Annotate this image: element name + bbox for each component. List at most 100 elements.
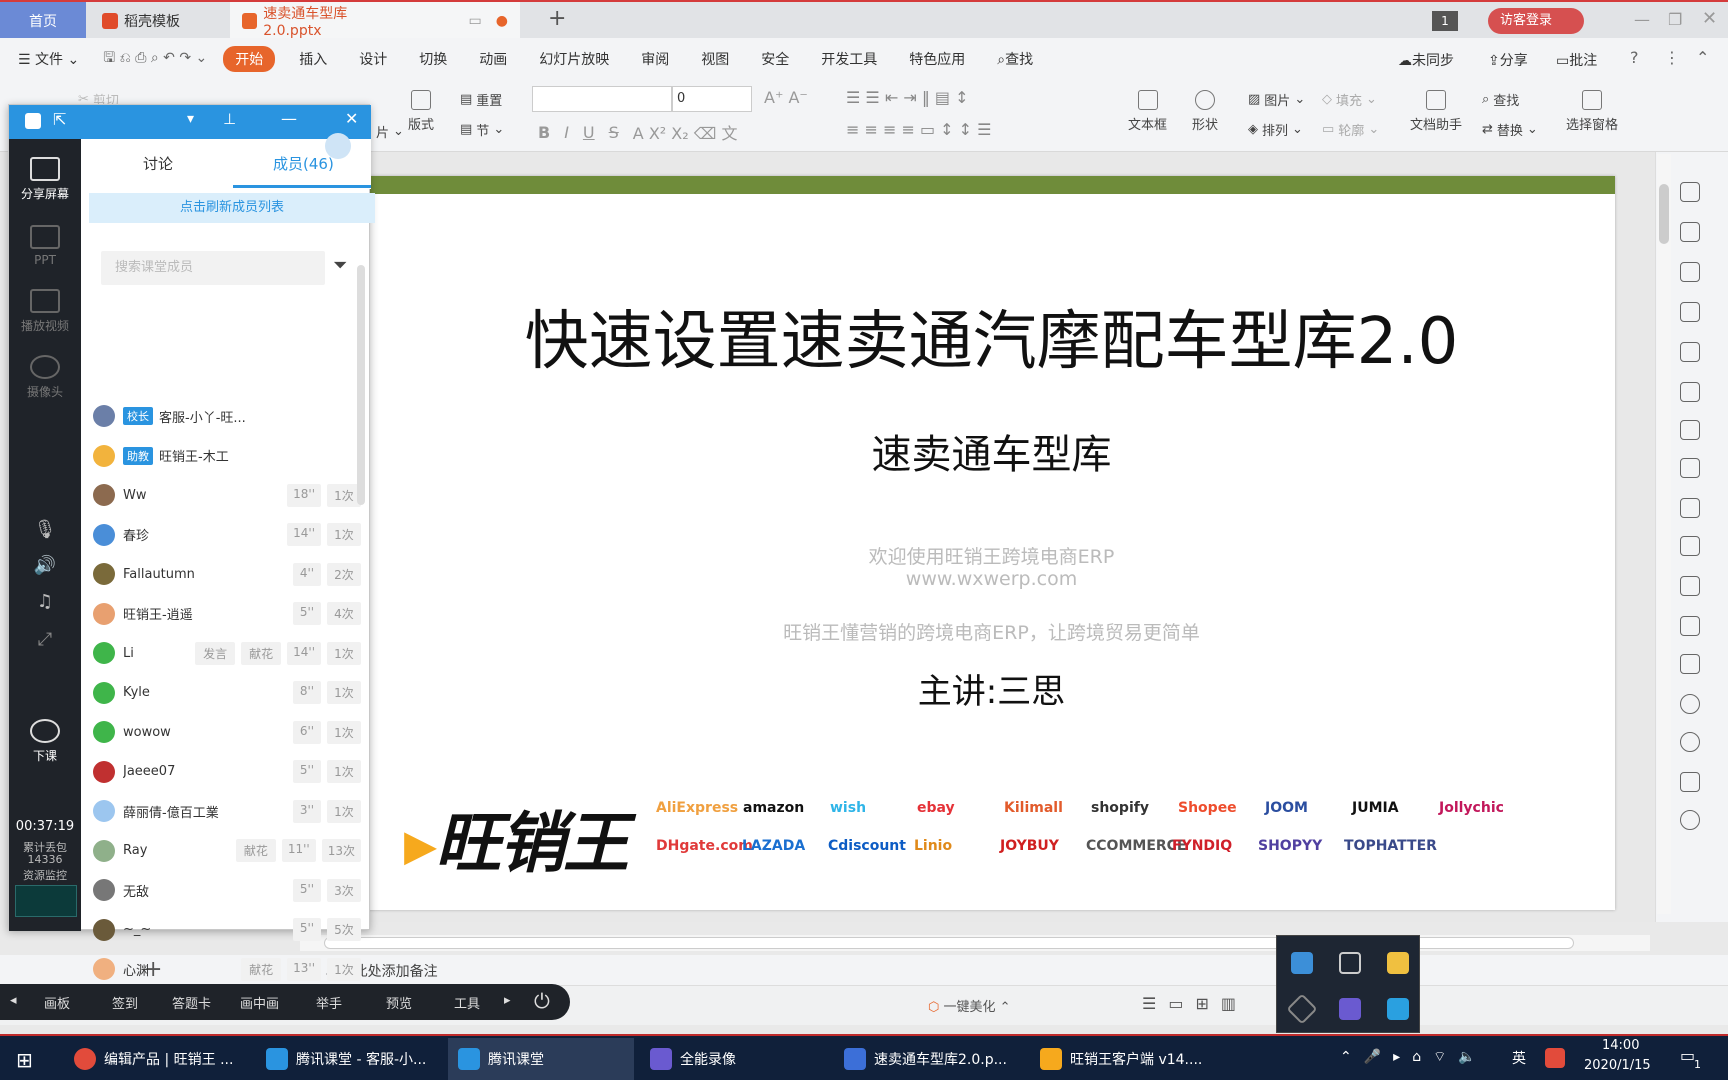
picture-button[interactable]: ▨ 图片 ⌄ bbox=[1248, 90, 1305, 109]
toolbar-preview[interactable]: 预览 bbox=[386, 993, 412, 1012]
member-row[interactable]: 春珍 14'' 1次 bbox=[93, 516, 361, 554]
menu-security[interactable]: 安全 bbox=[745, 49, 805, 69]
announcement-icon[interactable] bbox=[325, 133, 351, 159]
new-tab-button[interactable]: + bbox=[548, 6, 566, 31]
power-icon[interactable]: ⏻ bbox=[534, 989, 550, 1013]
quick-access-icons[interactable]: 🖫 ⎌ ⎙ ⌕ ↶ ↷ ⌄ bbox=[95, 47, 215, 71]
close-icon[interactable]: ✕ bbox=[1702, 8, 1717, 29]
member-row[interactable]: 助教 旺销王-木工 bbox=[93, 437, 361, 475]
toolbar-tools[interactable]: 工具 bbox=[454, 993, 480, 1012]
tencent-class-tray-icon[interactable] bbox=[1387, 998, 1409, 1020]
shape-pane-icon[interactable] bbox=[1680, 262, 1700, 282]
menu-transition[interactable]: 切换 bbox=[403, 49, 463, 69]
table-icon[interactable] bbox=[1680, 302, 1700, 322]
minimize-icon[interactable]: — bbox=[1634, 10, 1650, 29]
shield-icon[interactable] bbox=[1680, 654, 1700, 674]
beautify-button[interactable]: ⬡ 一键美化 ⌃ bbox=[928, 996, 1011, 1015]
menu-review[interactable]: 审阅 bbox=[625, 49, 685, 69]
font-grow-icons[interactable]: A⁺ A⁻ bbox=[764, 88, 808, 107]
paragraph-icons[interactable]: ☰ ☰ ⇤ ⇥ ‖ ▤ ↕ bbox=[846, 88, 969, 107]
windows-start-icon[interactable]: ⊞ bbox=[16, 1048, 33, 1072]
member-row[interactable]: 薛丽倩-億百工業 3'' 1次 bbox=[93, 792, 361, 830]
mic-icon[interactable]: 🎙 bbox=[9, 519, 81, 540]
view-mode-icons[interactable]: ☰▭⊞▥ bbox=[1142, 994, 1248, 1013]
fullscreen-icon[interactable]: ⤢ bbox=[9, 629, 81, 650]
end-class-button[interactable]: 下课 bbox=[9, 719, 81, 764]
font-format-icons[interactable]: BIUSA X² X₂ ⌫ 文 bbox=[538, 120, 737, 144]
archive-icon[interactable] bbox=[1680, 536, 1700, 556]
tab-home[interactable]: 首页 bbox=[0, 2, 86, 40]
member-row[interactable]: Ww 18'' 1次 bbox=[93, 476, 361, 514]
chart-icon[interactable] bbox=[1680, 382, 1700, 402]
ppt-button[interactable]: PPT bbox=[9, 225, 81, 267]
horizontal-scrollbar[interactable] bbox=[300, 935, 1650, 951]
popout-icon[interactable]: ⇱ bbox=[53, 110, 66, 129]
select-pane-button[interactable]: 选择窗格 bbox=[1566, 90, 1618, 133]
outline-button[interactable]: ▭ 轮廓 ⌄ bbox=[1322, 120, 1379, 139]
member-row[interactable]: Li 发言 献花 14'' 1次 bbox=[93, 634, 361, 672]
sound-icon[interactable] bbox=[1680, 616, 1700, 636]
tab-discuss[interactable]: 讨论 bbox=[143, 153, 173, 174]
menu-slideshow[interactable]: 幻灯片放映 bbox=[523, 49, 625, 69]
menu-design[interactable]: 设计 bbox=[343, 49, 403, 69]
toolbar-raise-hand[interactable]: 举手 bbox=[316, 993, 342, 1012]
help-circle-icon[interactable] bbox=[1680, 732, 1700, 752]
slide-subtitle[interactable]: 速卖通车型库 bbox=[368, 422, 1615, 480]
speaker-icon[interactable]: 🔊 bbox=[9, 555, 81, 576]
security-shield-icon[interactable] bbox=[1387, 952, 1409, 974]
comment-button[interactable]: ▭批注 bbox=[1556, 50, 1597, 70]
clock-time[interactable]: 14:00 bbox=[1602, 1038, 1639, 1053]
notification-icon[interactable]: ▭ bbox=[1680, 1046, 1695, 1065]
monitor-icon[interactable]: ▭ bbox=[469, 13, 482, 29]
grid-icon[interactable] bbox=[1680, 342, 1700, 362]
sogou-icon[interactable] bbox=[1545, 1048, 1565, 1068]
reset-button[interactable]: ▤ 重置 bbox=[460, 90, 502, 109]
tab-members[interactable]: 成员(46) bbox=[273, 153, 334, 174]
cube-icon[interactable] bbox=[1680, 772, 1700, 792]
section-button[interactable]: ▤ 节 ⌄ bbox=[460, 120, 504, 139]
member-search-input[interactable]: 搜索课堂成员 bbox=[101, 251, 325, 285]
member-row[interactable]: Jaeee07 5'' 1次 bbox=[93, 753, 361, 791]
tray-app-icon-1[interactable] bbox=[1291, 952, 1313, 974]
menu-features[interactable]: 特色应用 bbox=[893, 49, 981, 69]
star-icon[interactable] bbox=[1680, 182, 1700, 202]
ime-indicator[interactable]: 英 bbox=[1512, 1048, 1526, 1068]
toolbar-checkin[interactable]: 签到 bbox=[112, 993, 138, 1012]
member-row[interactable]: Ray 献花 11'' 13次 bbox=[93, 832, 361, 870]
recorder-tray-icon[interactable] bbox=[1339, 998, 1361, 1020]
member-row[interactable]: 心渊 献花 13'' 1次 bbox=[93, 950, 361, 988]
task-tencent-class-2[interactable]: 腾讯课堂 bbox=[448, 1038, 634, 1080]
member-row[interactable]: Kyle 8'' 1次 bbox=[93, 674, 361, 712]
slide-title[interactable]: 快速设置速卖通汽摩配车型库2.0 bbox=[368, 290, 1615, 382]
font-name-select[interactable] bbox=[532, 86, 672, 112]
toolbar-collapse-icon[interactable]: ▸ bbox=[504, 993, 511, 1008]
menu-search[interactable]: ⌕查找 bbox=[981, 49, 1049, 69]
arrange-button[interactable]: ◈ 排列 ⌄ bbox=[1248, 120, 1303, 139]
clock-date[interactable]: 2020/1/15 bbox=[1584, 1058, 1651, 1073]
refresh-members-button[interactable]: 点击刷新成员列表 bbox=[89, 193, 375, 223]
task-wps[interactable]: 速卖通车型库2.0.p... bbox=[834, 1038, 1017, 1080]
export-icon[interactable] bbox=[1680, 498, 1700, 518]
toolbar-whiteboard[interactable]: 画板 bbox=[44, 993, 70, 1012]
help-icon[interactable]: ? bbox=[1630, 48, 1639, 67]
tray-diamond-icon[interactable] bbox=[1286, 993, 1318, 1025]
dropdown-icon[interactable]: ▾ bbox=[187, 111, 194, 127]
pin-icon[interactable]: ⊥ bbox=[223, 110, 236, 128]
textbox-button[interactable]: 文本框 bbox=[1128, 90, 1167, 133]
find-button[interactable]: ⌕ 查找 bbox=[1482, 90, 1519, 109]
fill-button[interactable]: ◇ 填充 ⌄ bbox=[1322, 90, 1377, 109]
replace-button[interactable]: ⇄ 替换 ⌄ bbox=[1482, 120, 1538, 139]
tray-icons[interactable]: ⌃🎤▸⌂⌔🔈 bbox=[1340, 1048, 1488, 1066]
menu-home[interactable]: 开始 bbox=[223, 46, 276, 72]
member-row[interactable]: 无敌 5'' 3次 bbox=[93, 871, 361, 909]
panel-close-icon[interactable]: ✕ bbox=[345, 109, 358, 128]
share-screen-button[interactable]: 分享屏幕 bbox=[9, 157, 81, 202]
image-icon[interactable] bbox=[1680, 458, 1700, 478]
new-slide-partial[interactable]: 片 ⌄ bbox=[376, 122, 404, 141]
usb-icon[interactable] bbox=[1339, 952, 1361, 974]
music-icon[interactable]: ♫ bbox=[9, 591, 81, 612]
member-row[interactable]: 校长 客服-小丫-旺... bbox=[93, 397, 361, 435]
member-row[interactable]: Fallautumn 4'' 2次 bbox=[93, 555, 361, 593]
menu-insert[interactable]: 插入 bbox=[283, 49, 343, 69]
shape-button[interactable]: 形状 bbox=[1192, 90, 1218, 133]
